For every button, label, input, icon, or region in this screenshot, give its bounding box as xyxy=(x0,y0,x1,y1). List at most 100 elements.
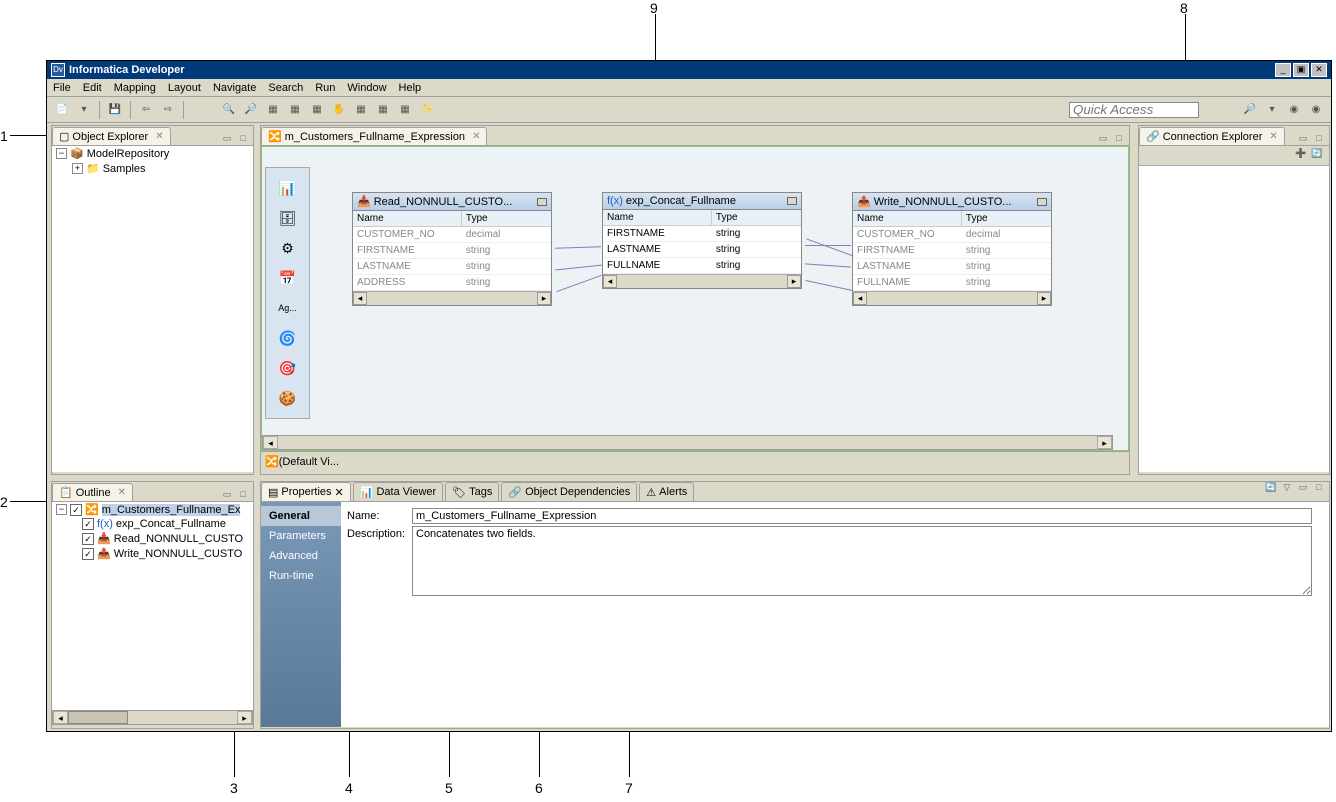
save-button[interactable]: 💾 xyxy=(106,101,124,119)
close-icon[interactable]: ✕ xyxy=(335,486,344,499)
tab-data-viewer[interactable]: 📊 Data Viewer xyxy=(353,482,443,501)
expand-icon[interactable]: + xyxy=(72,163,83,174)
horizontal-scrollbar[interactable]: ◂▸ xyxy=(262,435,1113,450)
palette-item[interactable]: 🗄 xyxy=(273,204,303,232)
menu-window[interactable]: Window xyxy=(341,82,392,94)
port-row[interactable]: FIRSTNAMEstring xyxy=(353,243,551,259)
scrollbar[interactable]: ◂▸ xyxy=(603,274,801,288)
palette-item-aggregator[interactable]: 📅 xyxy=(273,264,303,292)
toggle-icon[interactable] xyxy=(787,197,797,205)
close-icon[interactable]: ✕ xyxy=(155,131,163,142)
tab-object-explorer[interactable]: ▢ Object Explorer ✕ xyxy=(52,127,171,145)
search-icon[interactable]: 🔎 xyxy=(1241,101,1259,119)
transform-expression[interactable]: f(x) exp_Concat_Fullname Name Type FIRST… xyxy=(602,192,802,289)
menu-edit[interactable]: Edit xyxy=(77,82,108,94)
menu-search[interactable]: Search xyxy=(262,82,309,94)
transform-write[interactable]: 📤 Write_NONNULL_CUSTO... Name Type CUSTO… xyxy=(852,192,1052,306)
port-row[interactable]: FIRSTNAMEstring xyxy=(603,226,801,242)
transform-title[interactable]: 📤 Write_NONNULL_CUSTO... xyxy=(853,193,1051,211)
port-row[interactable]: FULLNAMEstring xyxy=(853,275,1051,291)
close-button[interactable]: ✕ xyxy=(1311,63,1327,77)
outline-root[interactable]: − ✓ 🔀 m_Customers_Fullname_Ex xyxy=(52,502,253,517)
tool-icon[interactable]: ▦ xyxy=(264,101,282,119)
tab-tags[interactable]: 🏷 Tags xyxy=(445,482,499,501)
minimize-icon[interactable]: ▭ xyxy=(1297,482,1309,494)
minimize-icon[interactable]: ▭ xyxy=(1097,133,1109,145)
palette-item[interactable]: 📊 xyxy=(273,174,303,202)
outline-item[interactable]: ✓ f(x) exp_Concat_Fullname xyxy=(52,517,253,531)
outline-item[interactable]: ✓ 📥 Read_NONNULL_CUSTO xyxy=(52,531,253,546)
transform-title[interactable]: f(x) exp_Concat_Fullname xyxy=(603,193,801,210)
header-name[interactable]: Name xyxy=(853,211,962,226)
horizontal-scrollbar[interactable]: ◂▸ xyxy=(52,710,253,725)
port-row[interactable]: ADDRESSstring xyxy=(353,275,551,291)
refresh-icon[interactable]: 🔄 xyxy=(1265,482,1277,494)
port-row[interactable]: LASTNAMEstring xyxy=(353,259,551,275)
header-type[interactable]: Type xyxy=(462,211,551,226)
palette-item[interactable]: 🎯 xyxy=(273,354,303,382)
side-general[interactable]: General xyxy=(261,506,341,526)
tool-icon[interactable]: ✨ xyxy=(418,101,436,119)
scrollbar[interactable]: ◂▸ xyxy=(353,291,551,305)
forward-button[interactable]: ⇨ xyxy=(159,101,177,119)
menu-run[interactable]: Run xyxy=(309,82,341,94)
transform-read[interactable]: 📥 Read_NONNULL_CUSTO... Name Type CUSTOM… xyxy=(352,192,552,306)
collapse-icon[interactable]: − xyxy=(56,148,67,159)
close-icon[interactable]: ✕ xyxy=(118,487,126,498)
checkbox[interactable]: ✓ xyxy=(82,518,94,530)
checkbox[interactable]: ✓ xyxy=(82,533,94,545)
maximize-icon[interactable]: □ xyxy=(1113,133,1125,145)
port-row[interactable]: FIRSTNAMEstring xyxy=(853,243,1051,259)
tool-icon[interactable]: ▦ xyxy=(396,101,414,119)
checkbox[interactable]: ✓ xyxy=(70,504,82,516)
tree-row-samples[interactable]: + 📁 Samples xyxy=(52,161,253,176)
close-icon[interactable]: ✕ xyxy=(1269,131,1277,142)
view-menu-icon[interactable]: ▽ xyxy=(1281,482,1293,494)
tab-alerts[interactable]: ⚠ Alerts xyxy=(639,482,694,501)
menu-navigate[interactable]: Navigate xyxy=(207,82,262,94)
port-row[interactable]: LASTNAMEstring xyxy=(603,242,801,258)
palette-item[interactable]: ⚙ xyxy=(273,234,303,262)
quick-access-input[interactable] xyxy=(1069,102,1199,118)
side-parameters[interactable]: Parameters xyxy=(261,526,341,546)
tab-outline[interactable]: 📋 Outline ✕ xyxy=(52,483,133,501)
minimize-icon[interactable]: ▭ xyxy=(221,133,233,145)
back-button[interactable]: ⇦ xyxy=(137,101,155,119)
side-runtime[interactable]: Run-time xyxy=(261,566,341,586)
toggle-icon[interactable] xyxy=(537,198,547,206)
dropdown-icon[interactable]: ▾ xyxy=(75,101,93,119)
maximize-icon[interactable]: □ xyxy=(237,489,249,501)
checkbox[interactable]: ✓ xyxy=(82,548,94,560)
maximize-icon[interactable]: □ xyxy=(1313,482,1325,494)
tool-icon[interactable]: ▦ xyxy=(308,101,326,119)
add-connection-icon[interactable]: ➕ xyxy=(1293,148,1309,164)
zoom-out-icon[interactable]: 🔎 xyxy=(242,101,260,119)
port-row[interactable]: CUSTOMER_NOdecimal xyxy=(853,227,1051,243)
zoom-in-icon[interactable]: 🔍 xyxy=(220,101,238,119)
palette-item[interactable]: 🍪 xyxy=(273,384,303,412)
tree-row-repository[interactable]: − 📦 ModelRepository xyxy=(52,146,253,161)
scrollbar[interactable]: ◂▸ xyxy=(853,291,1051,305)
minimize-button[interactable]: _ xyxy=(1275,63,1291,77)
dropdown-icon[interactable]: ▾ xyxy=(1263,101,1281,119)
tool-icon[interactable]: ▦ xyxy=(286,101,304,119)
header-name[interactable]: Name xyxy=(353,211,462,226)
maximize-button[interactable]: ▣ xyxy=(1293,63,1309,77)
header-type[interactable]: Type xyxy=(962,211,1051,226)
mapping-canvas[interactable]: 📊 🗄 ⚙ 📅 Ag... 🌀 🎯 🍪 📥 Read_NONNULL xyxy=(261,146,1129,451)
editor-bottom-tab[interactable]: 🔀 (Default Vi... xyxy=(261,451,1129,471)
transform-title[interactable]: 📥 Read_NONNULL_CUSTO... xyxy=(353,193,551,211)
menu-mapping[interactable]: Mapping xyxy=(108,82,162,94)
collapse-icon[interactable]: − xyxy=(56,504,67,515)
menu-layout[interactable]: Layout xyxy=(162,82,207,94)
name-field[interactable] xyxy=(412,508,1312,524)
palette-item[interactable]: 🌀 xyxy=(273,324,303,352)
new-button[interactable]: 📄 xyxy=(53,101,71,119)
minimize-icon[interactable]: ▭ xyxy=(221,489,233,501)
header-type[interactable]: Type xyxy=(712,210,801,225)
menu-help[interactable]: Help xyxy=(393,82,428,94)
close-icon[interactable]: ✕ xyxy=(472,131,480,142)
header-name[interactable]: Name xyxy=(603,210,712,225)
side-advanced[interactable]: Advanced xyxy=(261,546,341,566)
tab-mapping[interactable]: 🔀 m_Customers_Fullname_Expression ✕ xyxy=(261,127,487,145)
